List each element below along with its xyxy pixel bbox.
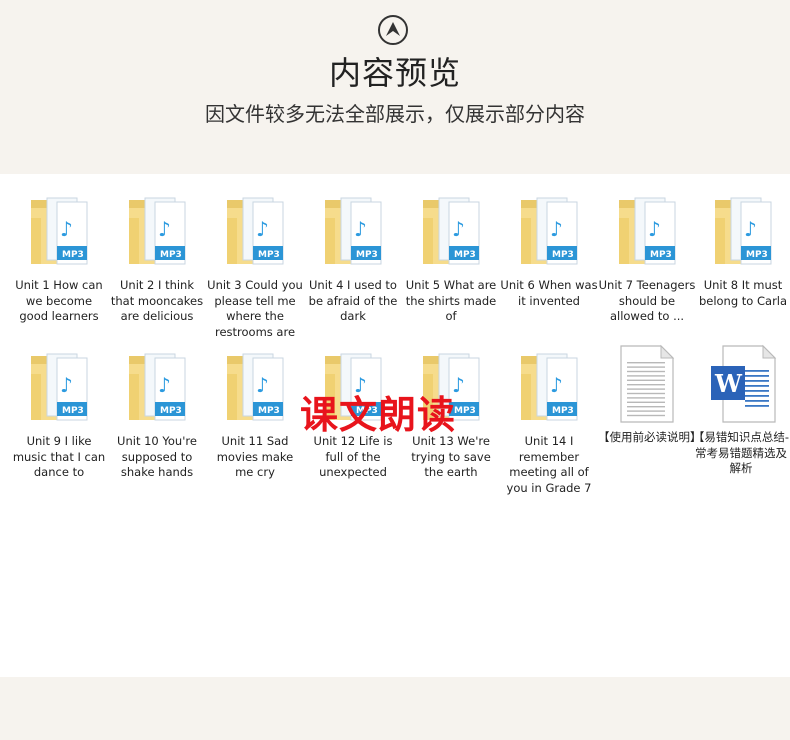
svg-text:MP3: MP3 xyxy=(746,250,768,260)
preview-header: 内容预览 因文件较多无法全部展示，仅展示部分内容 xyxy=(0,0,790,174)
file-label: Unit 2 I think that mooncakes are delici… xyxy=(110,278,204,324)
svg-text:MP3: MP3 xyxy=(62,250,84,260)
word-document-icon: W xyxy=(709,344,777,423)
svg-text:MP3: MP3 xyxy=(62,406,84,416)
svg-text:♪: ♪ xyxy=(158,373,171,397)
mp3-folder-icon: ♪ MP3 xyxy=(27,192,91,268)
svg-text:MP3: MP3 xyxy=(258,406,280,416)
svg-text:♪: ♪ xyxy=(354,217,367,241)
mp3-folder-icon: ♪ MP3 xyxy=(125,192,189,268)
file-label: Unit 14 I remember meeting all of you in… xyxy=(506,434,592,495)
svg-text:MP3: MP3 xyxy=(454,250,476,260)
svg-text:♪: ♪ xyxy=(744,217,757,241)
svg-text:MP3: MP3 xyxy=(160,406,182,416)
file-label: Unit 9 I like music that I can dance to xyxy=(12,434,106,480)
file-label: 【易错知识点总结-常考易错题精选及解析 xyxy=(692,430,790,476)
svg-text:MP3: MP3 xyxy=(552,250,574,260)
svg-text:MP3: MP3 xyxy=(356,250,378,260)
svg-text:♪: ♪ xyxy=(452,217,465,241)
file-label: Unit 3 Could you please tell me where th… xyxy=(207,278,303,339)
file-label: Unit 5 What are the shirts made of xyxy=(405,278,497,324)
mp3-folder-icon: ♪ MP3 xyxy=(615,192,679,268)
file-label: Unit 10 You're supposed to shake hands xyxy=(117,434,197,480)
svg-text:MP3: MP3 xyxy=(258,250,280,260)
svg-text:MP3: MP3 xyxy=(552,406,574,416)
file-grid-panel: ♪ MP3 Unit 1 How can we become good lear… xyxy=(0,174,790,677)
svg-text:MP3: MP3 xyxy=(650,250,672,260)
text-document-icon xyxy=(615,344,679,423)
file-label: Unit 12 Life is full of the unexpected xyxy=(313,434,393,480)
mp3-folder-icon: ♪ MP3 xyxy=(321,192,385,268)
svg-text:♪: ♪ xyxy=(158,217,171,241)
page-subtitle: 因文件较多无法全部展示，仅展示部分内容 xyxy=(205,102,585,126)
mp3-folder-icon: ♪ MP3 xyxy=(517,192,581,268)
mp3-folder-icon: ♪ MP3 xyxy=(223,348,287,424)
file-label: Unit 13 We're trying to save the earth xyxy=(411,434,491,480)
file-label: Unit 8 It must belong to Carla xyxy=(698,278,788,308)
file-label: Unit 11 Sad movies make me cry xyxy=(216,434,294,480)
svg-text:♪: ♪ xyxy=(60,217,73,241)
mp3-folder-icon: ♪ MP3 xyxy=(419,192,483,268)
file-label: Unit 1 How can we become good learners xyxy=(15,278,103,324)
svg-text:♪: ♪ xyxy=(550,373,563,397)
svg-text:W: W xyxy=(714,369,743,398)
mp3-folder-icon: ♪ MP3 xyxy=(125,348,189,424)
chevron-up-circle-icon[interactable] xyxy=(378,15,408,45)
page-title: 内容预览 xyxy=(328,54,461,92)
svg-text:♪: ♪ xyxy=(256,217,269,241)
svg-text:♪: ♪ xyxy=(60,373,73,397)
mp3-folder-icon: ♪ MP3 xyxy=(27,348,91,424)
file-label: Unit 7 Teenagers should be allowed to ..… xyxy=(598,278,696,324)
mp3-folder-icon: ♪ MP3 xyxy=(223,192,287,268)
footer-band xyxy=(0,677,790,740)
svg-text:♪: ♪ xyxy=(648,217,661,241)
svg-text:♪: ♪ xyxy=(550,217,563,241)
svg-text:MP3: MP3 xyxy=(160,250,182,260)
file-label: Unit 6 When was it invented xyxy=(500,278,598,308)
file-label: 【使用前必读说明】 xyxy=(598,430,702,444)
mp3-folder-icon: ♪ MP3 xyxy=(517,348,581,424)
file-label: Unit 4 I used to be afraid of the dark xyxy=(308,278,398,324)
watermark-text: 课文朗读 xyxy=(300,393,457,437)
svg-text:♪: ♪ xyxy=(256,373,269,397)
mp3-folder-icon: ♪ MP3 xyxy=(711,192,775,268)
